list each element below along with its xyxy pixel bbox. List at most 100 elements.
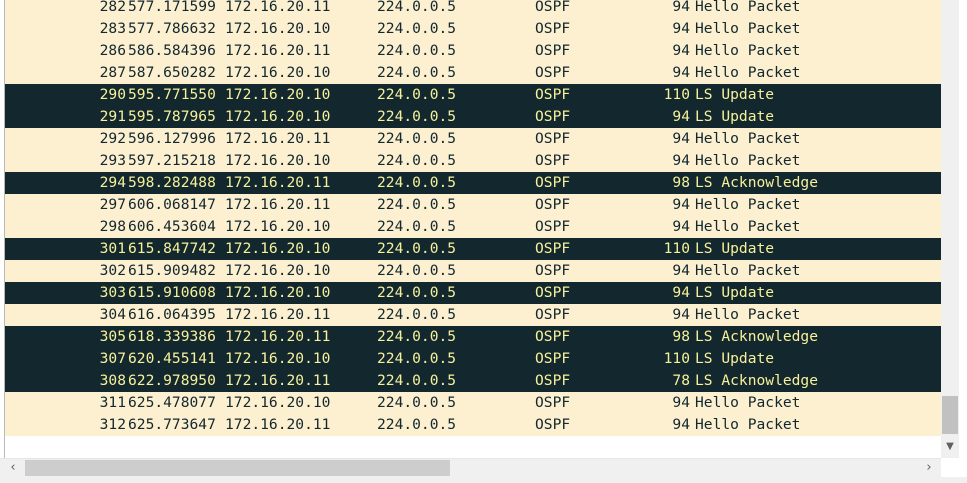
packet-info: LS Acknowledge <box>695 174 819 191</box>
packet-destination: 224.0.0.5 <box>377 328 457 345</box>
packet-time: 625.478077 <box>128 394 216 411</box>
table-row[interactable]: 290 595.771550 172.16.20.10 224.0.0.5 OSPF 11… <box>5 84 942 106</box>
table-row[interactable]: 282 577.171599 172.16.20.11 224.0.0.5 OSPF 94… <box>5 0 942 18</box>
table-row[interactable]: 303 615.910608 172.16.20.10 224.0.0.5 OSPF 94… <box>5 282 942 304</box>
vertical-scrollbar[interactable]: ▼ <box>941 0 959 458</box>
packet-destination: 224.0.0.5 <box>377 152 457 169</box>
packet-source: 172.16.20.11 <box>225 42 331 59</box>
packet-time: 598.282488 <box>128 174 216 191</box>
table-row[interactable]: 307 620.455141 172.16.20.10 224.0.0.5 OSPF 11… <box>5 348 942 370</box>
chevron-left-icon[interactable]: ‹ <box>4 459 22 477</box>
packet-info: Hello Packet <box>695 130 801 147</box>
packet-number: 291 <box>99 108 126 125</box>
packet-time: 606.068147 <box>128 196 216 213</box>
packet-time: 616.064395 <box>128 306 216 323</box>
packet-protocol: OSPF <box>535 306 571 323</box>
packet-source: 172.16.20.11 <box>225 0 331 15</box>
packet-length: 94 <box>672 262 690 279</box>
packet-protocol: OSPF <box>535 196 571 213</box>
packet-rows: 282 577.171599 172.16.20.11 224.0.0.5 OSPF 94… <box>5 0 942 436</box>
packet-time: 606.453604 <box>128 218 216 235</box>
packet-time: 615.910608 <box>128 284 216 301</box>
packet-length: 94 <box>672 284 690 301</box>
packet-info: LS Acknowledge <box>695 328 819 345</box>
packet-length: 94 <box>672 394 690 411</box>
packet-list[interactable]: 282 577.171599 172.16.20.11 224.0.0.5 OSPF 94… <box>4 0 942 458</box>
packet-protocol: OSPF <box>535 42 571 59</box>
packet-time: 615.847742 <box>128 240 216 257</box>
packet-length: 98 <box>672 328 690 345</box>
table-row[interactable]: 305 618.339386 172.16.20.11 224.0.0.5 OSPF 98… <box>5 326 942 348</box>
packet-destination: 224.0.0.5 <box>377 416 457 433</box>
chevron-down-icon[interactable]: ▼ <box>941 440 959 454</box>
table-row[interactable]: 297 606.068147 172.16.20.11 224.0.0.5 OSPF 94… <box>5 194 942 216</box>
packet-number: 302 <box>99 262 126 279</box>
packet-source: 172.16.20.10 <box>225 262 331 279</box>
packet-info: Hello Packet <box>695 306 801 323</box>
packet-time: 577.786632 <box>128 20 216 37</box>
packet-info: Hello Packet <box>695 42 801 59</box>
packet-protocol: OSPF <box>535 64 571 81</box>
packet-protocol: OSPF <box>535 328 571 345</box>
packet-source: 172.16.20.10 <box>225 350 331 367</box>
table-row[interactable]: 294 598.282488 172.16.20.11 224.0.0.5 OSPF 98… <box>5 172 942 194</box>
packet-source: 172.16.20.11 <box>225 306 331 323</box>
packet-protocol: OSPF <box>535 20 571 37</box>
packet-destination: 224.0.0.5 <box>377 20 457 37</box>
table-row[interactable]: 308 622.978950 172.16.20.11 224.0.0.5 OSPF 78… <box>5 370 942 392</box>
packet-destination: 224.0.0.5 <box>377 130 457 147</box>
table-row[interactable]: 287 587.650282 172.16.20.10 224.0.0.5 OSPF 94… <box>5 62 942 84</box>
packet-source: 172.16.20.10 <box>225 20 331 37</box>
packet-length: 98 <box>672 174 690 191</box>
table-row[interactable]: 291 595.787965 172.16.20.10 224.0.0.5 OSPF 94… <box>5 106 942 128</box>
table-row[interactable]: 298 606.453604 172.16.20.10 224.0.0.5 OSPF 94… <box>5 216 942 238</box>
packet-time: 595.771550 <box>128 86 216 103</box>
table-row[interactable]: 293 597.215218 172.16.20.10 224.0.0.5 OSPF 94… <box>5 150 942 172</box>
packet-protocol: OSPF <box>535 0 571 15</box>
packet-info: Hello Packet <box>695 64 801 81</box>
packet-time: 615.909482 <box>128 262 216 279</box>
packet-info: Hello Packet <box>695 416 801 433</box>
table-row[interactable]: 283 577.786632 172.16.20.10 224.0.0.5 OSPF 94… <box>5 18 942 40</box>
packet-length: 94 <box>672 108 690 125</box>
packet-number: 312 <box>99 416 126 433</box>
packet-protocol: OSPF <box>535 108 571 125</box>
packet-protocol: OSPF <box>535 350 571 367</box>
table-row[interactable]: 286 586.584396 172.16.20.11 224.0.0.5 OSPF 94… <box>5 40 942 62</box>
packet-number: 287 <box>99 64 126 81</box>
packet-destination: 224.0.0.5 <box>377 42 457 59</box>
packet-destination: 224.0.0.5 <box>377 0 457 15</box>
horizontal-scrollbar[interactable]: ‹ › <box>0 458 941 477</box>
packet-length: 94 <box>672 42 690 59</box>
packet-source: 172.16.20.11 <box>225 196 331 213</box>
packet-info: LS Update <box>695 86 775 103</box>
packet-destination: 224.0.0.5 <box>377 240 457 257</box>
packet-protocol: OSPF <box>535 86 571 103</box>
packet-length: 110 <box>663 86 690 103</box>
packet-time: 586.584396 <box>128 42 216 59</box>
packet-info: Hello Packet <box>695 0 801 15</box>
packet-time: 595.787965 <box>128 108 216 125</box>
packet-source: 172.16.20.11 <box>225 372 331 389</box>
packet-number: 304 <box>99 306 126 323</box>
vertical-scroll-thumb[interactable] <box>942 396 958 434</box>
packet-length: 94 <box>672 64 690 81</box>
table-row[interactable]: 312 625.773647 172.16.20.11 224.0.0.5 OSPF 94… <box>5 414 942 436</box>
packet-length: 94 <box>672 416 690 433</box>
packet-info: LS Update <box>695 108 775 125</box>
packet-protocol: OSPF <box>535 240 571 257</box>
chevron-right-icon[interactable]: › <box>920 459 938 477</box>
table-row[interactable]: 304 616.064395 172.16.20.11 224.0.0.5 OSPF 94… <box>5 304 942 326</box>
packet-protocol: OSPF <box>535 130 571 147</box>
packet-number: 282 <box>99 0 126 15</box>
table-row[interactable]: 292 596.127996 172.16.20.11 224.0.0.5 OSPF 94… <box>5 128 942 150</box>
table-row[interactable]: 311 625.478077 172.16.20.10 224.0.0.5 OSPF 94… <box>5 392 942 414</box>
packet-number: 283 <box>99 20 126 37</box>
horizontal-scroll-thumb[interactable] <box>25 460 450 476</box>
packet-info: LS Acknowledge <box>695 372 819 389</box>
table-row[interactable]: 301 615.847742 172.16.20.10 224.0.0.5 OSPF 11… <box>5 238 942 260</box>
table-row[interactable]: 302 615.909482 172.16.20.10 224.0.0.5 OSPF 94… <box>5 260 942 282</box>
packet-source: 172.16.20.11 <box>225 130 331 147</box>
packet-number: 307 <box>99 350 126 367</box>
packet-protocol: OSPF <box>535 152 571 169</box>
